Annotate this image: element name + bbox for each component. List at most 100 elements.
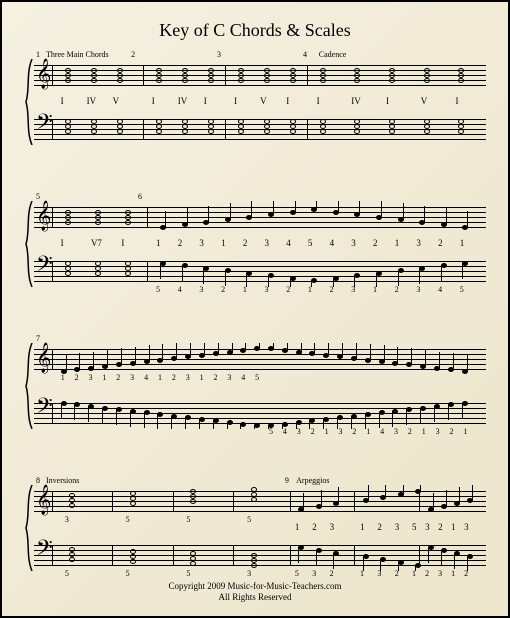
barline: [290, 491, 291, 511]
fingering: 3: [436, 427, 440, 436]
fingering: 5: [460, 285, 464, 294]
fingering: 1: [221, 238, 226, 248]
fingering: 3: [351, 238, 356, 248]
roman-numeral: I: [121, 238, 124, 248]
music-systems: 1 Three Main Chords 2 3 4 Cadence 𝄞 I I V V…: [24, 59, 486, 577]
fingering: 1: [412, 569, 416, 578]
fingering: 2: [438, 522, 443, 532]
barline: [112, 491, 113, 511]
section-label: Cadence: [319, 50, 347, 59]
system-1: 1 Three Main Chords 2 3 4 Cadence 𝄞 I I V V…: [24, 59, 486, 145]
fingering: 2: [312, 522, 317, 532]
fingering: 4: [330, 238, 335, 248]
fingering: 2: [438, 238, 443, 248]
between-staves: IV7I123123454321321: [34, 233, 486, 255]
measure-number: 9: [285, 476, 289, 485]
roman-numeral: V: [260, 96, 267, 106]
fingering: 3: [464, 522, 469, 532]
treble-staff: 7 𝄞 123123412312345: [34, 343, 486, 375]
between-staves: 355512312353213: [34, 517, 486, 539]
barline: [419, 491, 420, 511]
fingering: 4: [380, 427, 384, 436]
barline: [147, 261, 148, 281]
roman-numeral: I: [455, 96, 458, 106]
barline: [52, 207, 53, 227]
roman-numeral: V: [113, 96, 120, 106]
treble-clef-icon: 𝄞: [36, 203, 51, 229]
fingering: 2: [330, 285, 334, 294]
fingering: 2: [373, 238, 378, 248]
fingering: 1: [295, 522, 300, 532]
fingering: 5: [186, 569, 190, 578]
barline: [233, 491, 234, 511]
fingering: 3: [199, 238, 204, 248]
roman-numeral: V7: [91, 238, 102, 248]
barline: [147, 207, 148, 227]
fingering: 3: [351, 285, 355, 294]
fingering: 5: [247, 515, 251, 524]
fingering: 2: [330, 569, 334, 578]
fingering: 1: [156, 238, 161, 248]
treble-staff: 1 Three Main Chords 2 3 4 Cadence 𝄞: [34, 59, 486, 91]
fingering: 3: [297, 427, 301, 436]
fingering: 1: [366, 427, 370, 436]
measure-number: 4: [303, 50, 307, 59]
fingering: 1: [325, 427, 329, 436]
fingering: 3: [265, 285, 269, 294]
fingering: 5: [308, 238, 313, 248]
barline: [354, 491, 355, 511]
fingering: 3: [65, 515, 69, 524]
fingering: 1: [422, 427, 426, 436]
treble-staff: 5 6 𝄞: [34, 201, 486, 233]
measure-number: 5: [36, 192, 40, 201]
fingering: 2: [425, 569, 429, 578]
footer: Copyright 2009 Music-for-Music-Teachers.…: [24, 581, 486, 604]
fingering: 1: [308, 285, 312, 294]
fingering: 2: [311, 427, 315, 436]
fingering: 5: [156, 285, 160, 294]
measure-number: 8: [36, 476, 40, 485]
fingering: 5: [412, 522, 417, 532]
fingering: 3: [312, 569, 316, 578]
barline: [233, 545, 234, 565]
fingering: 1: [451, 569, 455, 578]
barline: [143, 65, 144, 85]
barline: [290, 545, 291, 565]
copyright-line: Copyright 2009 Music-for-Music-Teachers.…: [24, 581, 486, 593]
system-4: 8 Inversions 9 Arpeggios 𝄞 3555123123532…: [24, 485, 486, 571]
bass-staff: 𝄢 543213214321321: [34, 397, 486, 429]
fingering: 3: [416, 285, 420, 294]
roman-numeral: I: [152, 96, 155, 106]
barline: [52, 65, 53, 85]
fingering: 5: [186, 515, 190, 524]
barline: [143, 119, 144, 139]
fingering: 2: [450, 427, 454, 436]
fingering: 2: [352, 427, 356, 436]
barline: [52, 491, 53, 511]
barline: [52, 119, 53, 139]
fingering: 3: [265, 238, 270, 248]
rights-line: All Rights Reserved: [24, 592, 486, 604]
fingering: 1: [463, 427, 467, 436]
roman-numeral: I: [204, 96, 207, 106]
fingering: 4: [178, 285, 182, 294]
fingering: 5: [295, 569, 299, 578]
system-3: 7 𝄞 123123412312345 𝄢 543213214321321: [24, 343, 486, 429]
fingering: 5: [269, 427, 273, 436]
bass-clef-icon: 𝄢: [36, 396, 53, 422]
roman-numerals-row: IIVVIIVIIVIIIVIVI: [34, 91, 486, 113]
measure-number: 7: [36, 334, 40, 343]
fingering: 5: [65, 569, 69, 578]
brace-icon: [24, 201, 34, 287]
treble-clef-icon: 𝄞: [36, 345, 51, 371]
roman-numeral: I: [61, 238, 64, 248]
fingering: 3: [199, 285, 203, 294]
fingering: 3: [377, 569, 381, 578]
fingering: 3: [425, 522, 430, 532]
fingering: 2: [178, 238, 183, 248]
bass-clef-icon: 𝄢: [36, 254, 53, 280]
treble-clef-icon: 𝄞: [36, 487, 51, 513]
measure-number: 2: [131, 50, 135, 59]
barline: [225, 65, 226, 85]
roman-numeral: I: [61, 96, 64, 106]
